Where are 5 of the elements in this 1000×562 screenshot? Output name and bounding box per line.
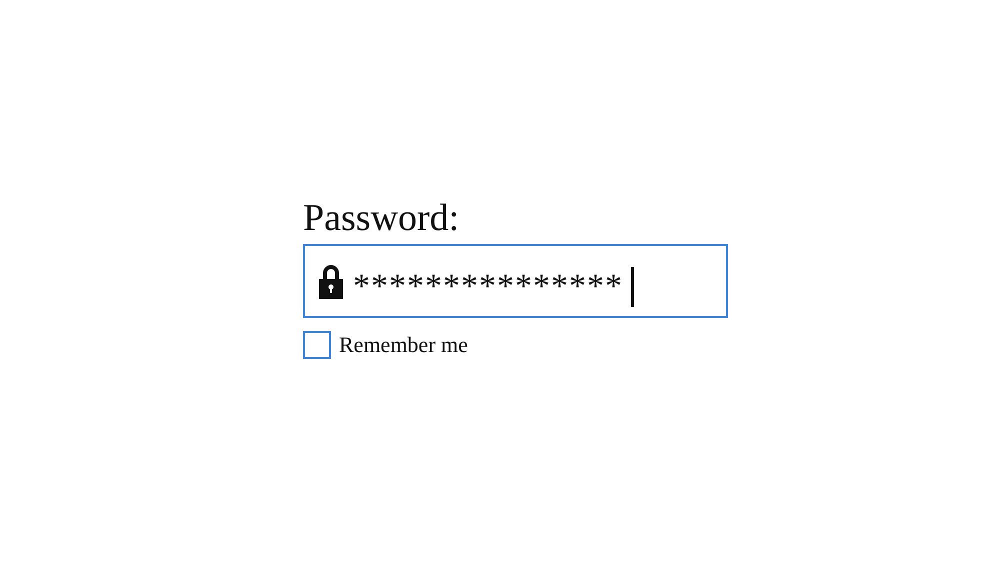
password-field[interactable]: ***************	[303, 244, 728, 318]
checkbox-label: Remember me	[339, 331, 468, 359]
field-label: Password:	[303, 196, 460, 240]
checkbox[interactable]	[303, 330, 331, 358]
lock-icon	[317, 263, 345, 299]
